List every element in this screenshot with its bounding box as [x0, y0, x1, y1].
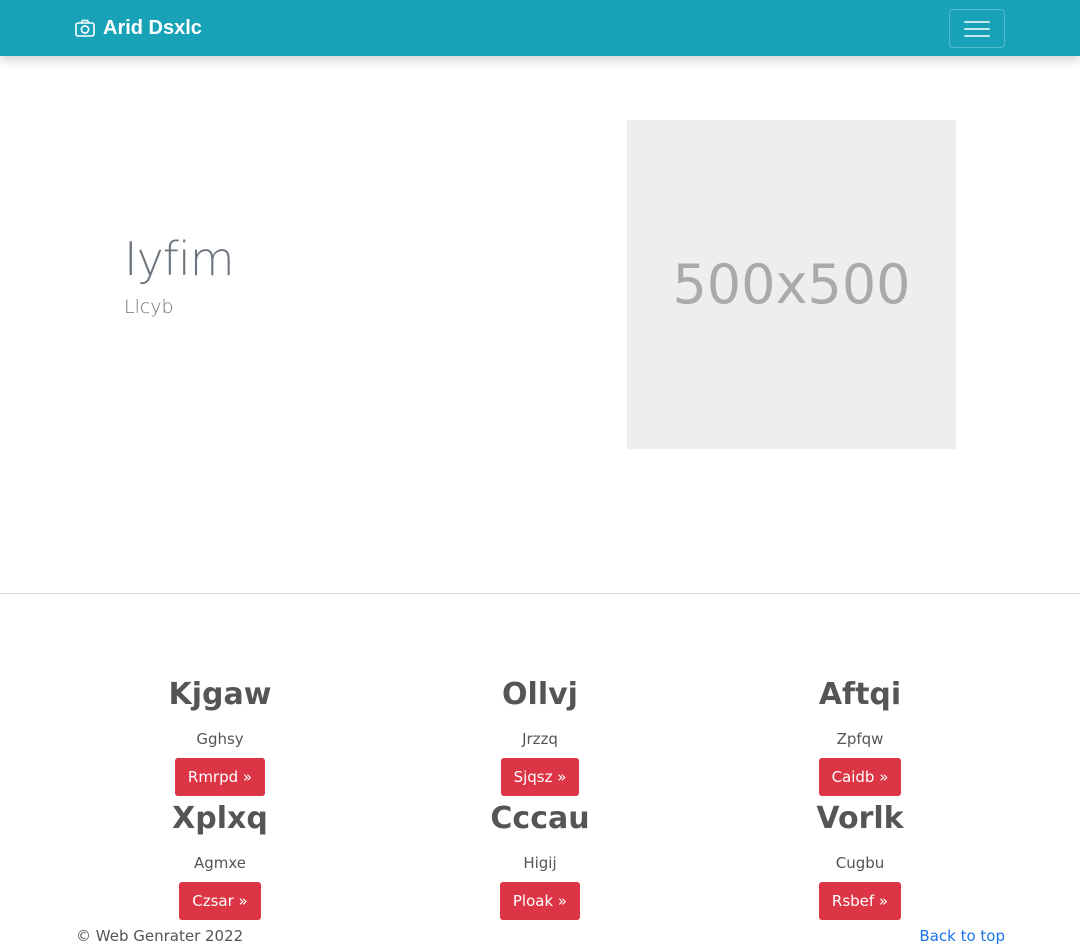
feature-heading: Xplxq	[172, 801, 268, 836]
feature-text: Zpfqw	[836, 730, 884, 748]
hero-image-placeholder: 500x500	[627, 120, 956, 449]
feature-text: Agmxe	[193, 854, 247, 872]
feature-card: Ollvj Jrzzq Sjqsz »	[400, 677, 680, 796]
hero-section: Iyfim Llcyb 500x500	[0, 56, 1080, 594]
feature-text: Higij	[523, 854, 557, 872]
feature-heading: Cccau	[490, 801, 590, 836]
hero-subtitle: Llcyb	[124, 296, 174, 318]
feature-text: Cugbu	[835, 854, 885, 872]
feature-text: Jrzzq	[522, 730, 558, 748]
hero-title: Iyfim	[124, 232, 235, 286]
back-to-top-link[interactable]: Back to top	[919, 927, 1005, 945]
feature-card: Cccau Higij Ploak »	[400, 801, 680, 920]
feature-card: Kjgaw Gghsy Rmrpd »	[80, 677, 360, 796]
feature-card: Aftqi Zpfqw Caidb »	[720, 677, 1000, 796]
feature-button[interactable]: Caidb »	[818, 758, 902, 796]
feature-heading: Vorlk	[816, 801, 904, 836]
placeholder-label: 500x500	[672, 253, 911, 316]
section-divider	[0, 593, 1080, 594]
feature-button[interactable]: Ploak »	[499, 882, 581, 920]
footer-copyright: © Web Genrater 2022	[76, 927, 244, 945]
feature-button[interactable]: Rsbef »	[818, 882, 902, 920]
camera-icon	[75, 19, 95, 37]
feature-button[interactable]: Czsar »	[179, 882, 261, 920]
feature-card: Xplxq Agmxe Czsar »	[80, 801, 360, 920]
navbar-toggler-button[interactable]	[949, 9, 1005, 48]
brand-link[interactable]: Arid Dsxlc	[75, 16, 202, 40]
hamburger-icon	[963, 18, 991, 40]
feature-button[interactable]: Sjqsz »	[500, 758, 580, 796]
feature-heading: Ollvj	[502, 677, 578, 712]
brand-name: Arid Dsxlc	[103, 16, 202, 39]
feature-text: Gghsy	[196, 730, 244, 748]
feature-heading: Kjgaw	[168, 677, 272, 712]
feature-card: Vorlk Cugbu Rsbef »	[720, 801, 1000, 920]
feature-button[interactable]: Rmrpd »	[174, 758, 266, 796]
feature-heading: Aftqi	[818, 677, 902, 712]
navbar: Arid Dsxlc	[0, 0, 1080, 56]
